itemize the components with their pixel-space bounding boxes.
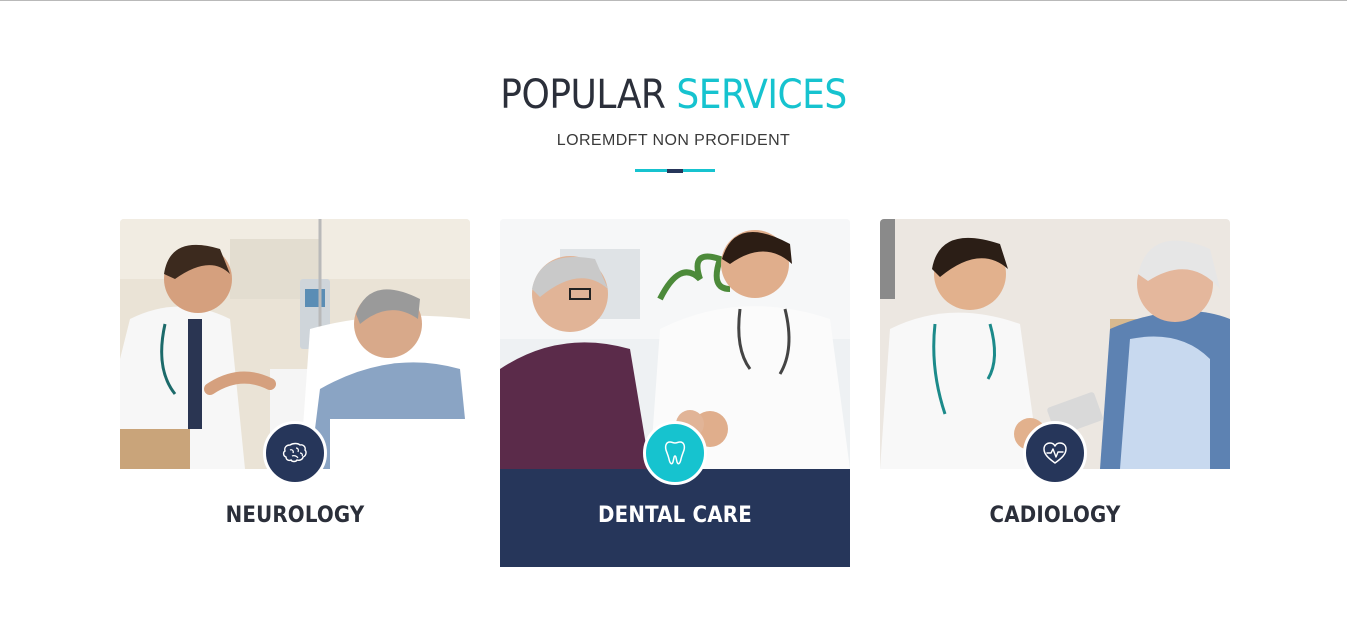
heart-pulse-icon: [1023, 421, 1087, 485]
title-divider: [635, 169, 715, 173]
section-subtitle: LOREMDFT NON PROFIDENT: [556, 132, 791, 149]
top-border-line: [0, 0, 1347, 1]
services-list: NEUROLOGY DENTAL CARE CADIOLOGY: [120, 219, 1230, 569]
brain-icon: [263, 421, 327, 485]
divider-center: [667, 169, 683, 173]
service-label: DENTAL CARE: [598, 503, 752, 528]
divider-left: [635, 169, 667, 172]
section-title: POPULAR SERVICES: [0, 70, 1347, 120]
service-label: NEUROLOGY: [225, 503, 365, 528]
section-header: POPULAR SERVICES LOREMDFT NON PROFIDENT: [0, 70, 1347, 150]
divider-right: [683, 169, 715, 172]
title-part-1: POPULAR: [500, 72, 677, 118]
service-card-neurology[interactable]: NEUROLOGY: [120, 219, 470, 567]
service-label: CADIOLOGY: [989, 503, 1121, 528]
service-card-cadiology[interactable]: CADIOLOGY: [880, 219, 1230, 567]
service-card-dental-care[interactable]: DENTAL CARE: [500, 219, 850, 567]
tooth-icon: [643, 421, 707, 485]
title-part-2: SERVICES: [676, 72, 847, 118]
